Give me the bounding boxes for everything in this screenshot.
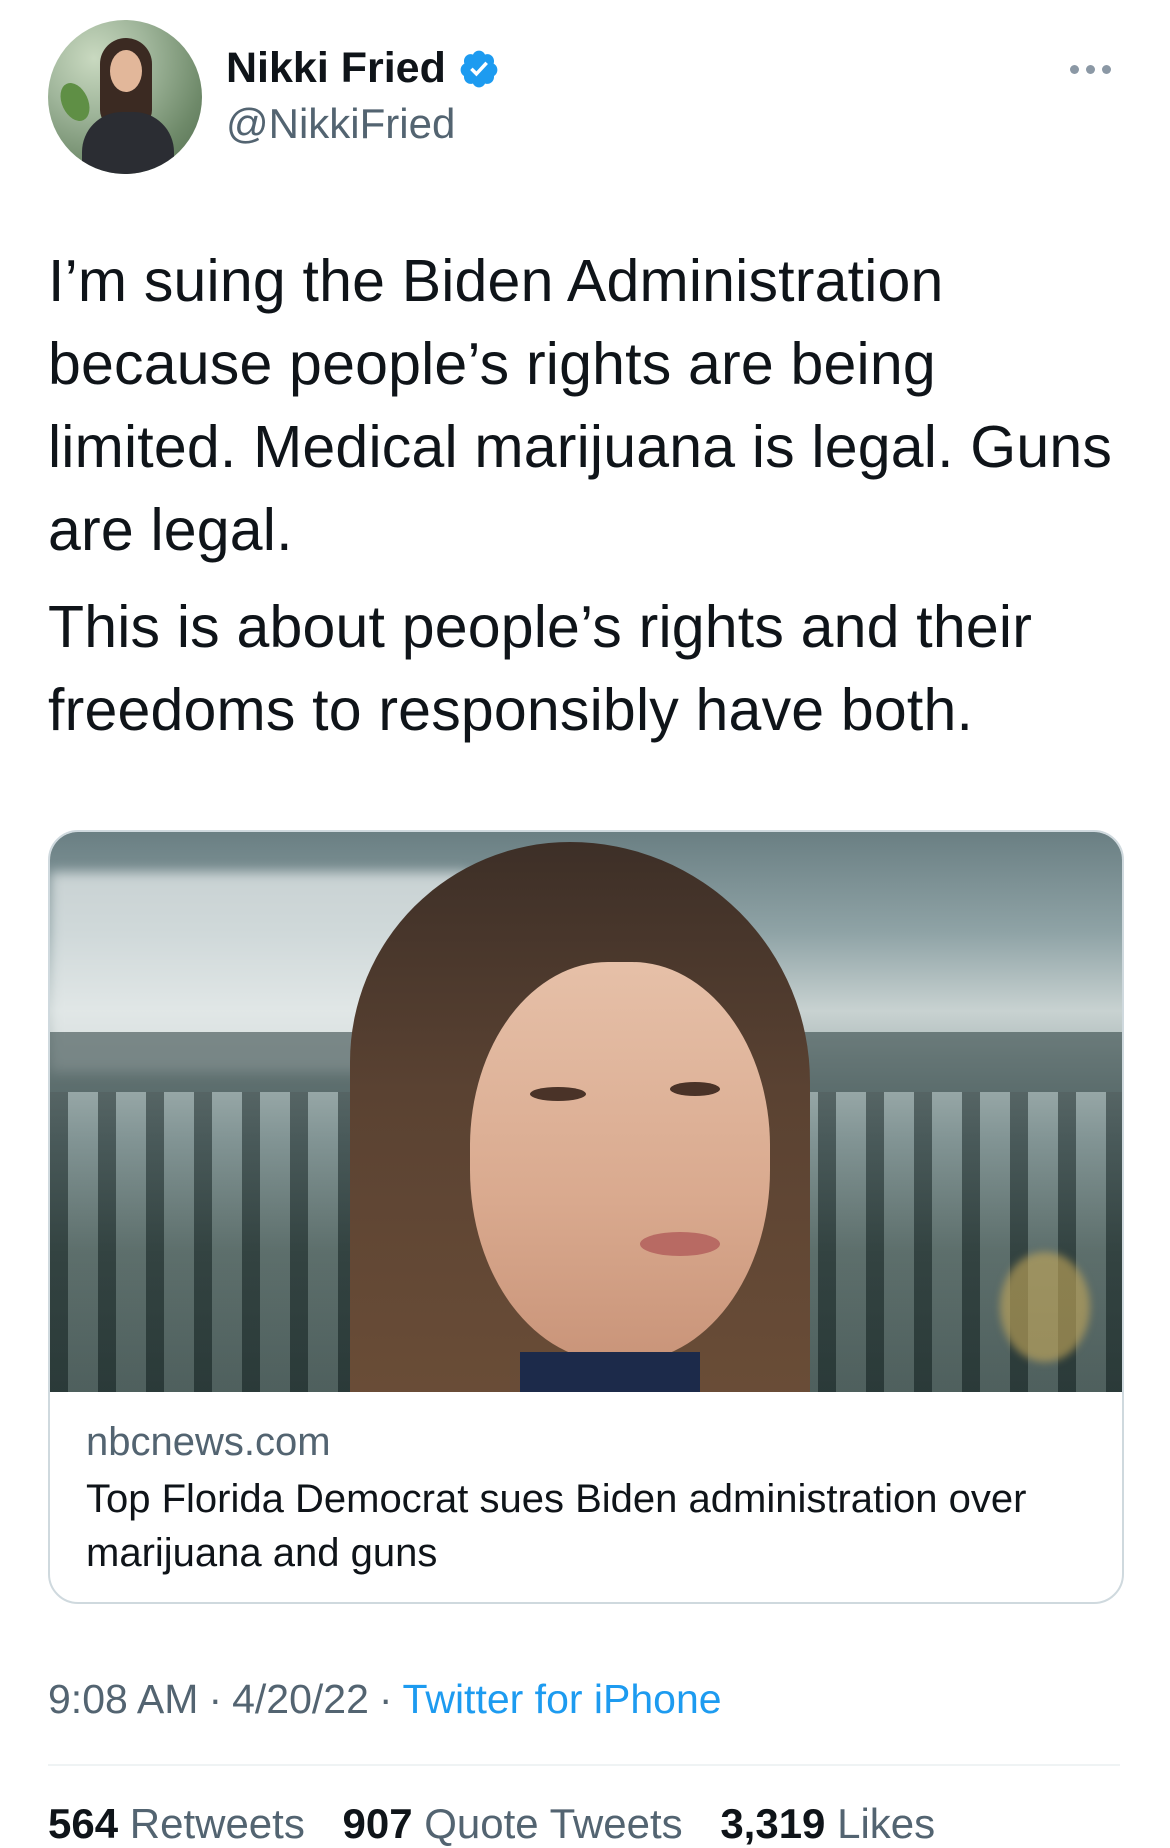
- quote-tweets-label: Quote Tweets: [424, 1800, 683, 1847]
- retweets-label: Retweets: [129, 1800, 305, 1847]
- avatar-leaf: [54, 78, 96, 126]
- meta-separator: ·: [208, 1676, 223, 1722]
- quote-tweets-stat[interactable]: 907 Quote Tweets: [343, 1800, 683, 1847]
- tweet-paragraph: I’m suing the Biden Administration becau…: [48, 248, 1113, 563]
- retweets-count: 564: [48, 1800, 119, 1847]
- link-title: Top Florida Democrat sues Biden administ…: [86, 1477, 1027, 1575]
- image-subject-eye: [670, 1082, 720, 1096]
- image-subject-mouth: [640, 1232, 720, 1256]
- avatar-face: [110, 50, 142, 92]
- link-domain: nbcnews.com: [86, 1420, 331, 1464]
- tweet-time[interactable]: 9:08 AM: [48, 1676, 198, 1722]
- more-dot: [1070, 64, 1079, 74]
- likes-count: 3,319: [720, 1800, 826, 1847]
- tweet-text: I’m suing the Biden Administration becau…: [48, 240, 1128, 752]
- likes-label: Likes: [837, 1800, 936, 1847]
- quote-tweets-count: 907: [342, 1800, 413, 1847]
- display-name[interactable]: Nikki Fried: [226, 44, 446, 93]
- link-preview-meta: nbcnews.com Top Florida Democrat sues Bi…: [50, 1392, 1122, 1580]
- engagement-stats: 564 Retweets 907 Quote Tweets 3,319 Like…: [48, 1800, 961, 1848]
- likes-stat[interactable]: 3,319 Likes: [720, 1800, 935, 1847]
- author-handle[interactable]: @NikkiFried: [226, 100, 455, 148]
- tweet-date[interactable]: 4/20/22: [232, 1676, 369, 1722]
- tweet-meta: 9:08 AM · 4/20/22 · Twitter for iPhone: [48, 1676, 722, 1723]
- image-subject-eye: [530, 1087, 586, 1101]
- avatar-shirt: [82, 112, 174, 174]
- divider: [48, 1764, 1120, 1766]
- avatar[interactable]: [48, 20, 202, 174]
- link-preview-card[interactable]: nbcnews.com Top Florida Democrat sues Bi…: [48, 830, 1124, 1604]
- image-bokeh: [1000, 1252, 1090, 1362]
- more-dot: [1086, 64, 1095, 74]
- image-subject-collar: [520, 1352, 700, 1392]
- author-name-row[interactable]: Nikki Fried: [226, 44, 500, 93]
- image-subject-face: [470, 962, 770, 1362]
- link-preview-image[interactable]: [50, 832, 1122, 1392]
- more-horizontal-icon[interactable]: [1070, 58, 1116, 80]
- verified-badge-icon: [460, 50, 498, 87]
- retweets-stat[interactable]: 564 Retweets: [48, 1800, 305, 1847]
- tweet-paragraph: This is about people’s rights and their …: [48, 594, 1033, 743]
- meta-separator: ·: [378, 1676, 393, 1722]
- tweet-source-link[interactable]: Twitter for iPhone: [403, 1676, 722, 1722]
- more-dot: [1102, 64, 1111, 74]
